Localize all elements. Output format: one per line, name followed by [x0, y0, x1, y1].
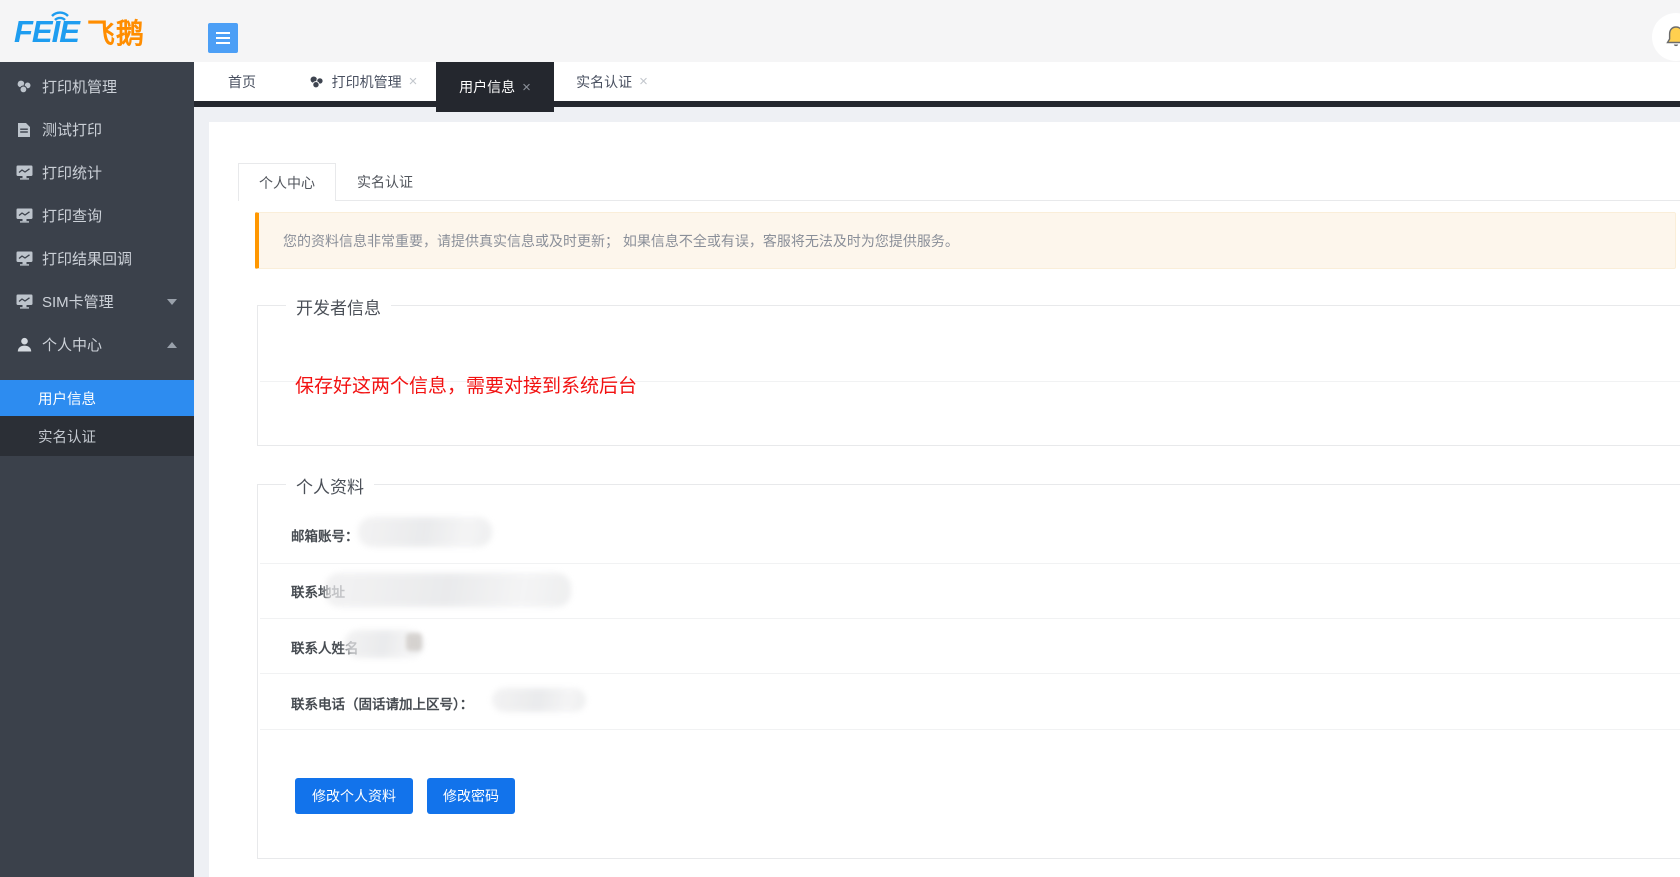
tab-printer-manage[interactable]: 打印机管理 × [290, 62, 436, 101]
content-tab-label: 实名认证 [357, 172, 413, 192]
close-icon[interactable]: × [522, 80, 531, 95]
hamburger-icon [216, 32, 230, 34]
tab-home[interactable]: 首页 [194, 62, 290, 101]
sidebar-subitem-user-info[interactable]: 用户信息 [0, 380, 194, 416]
content-tab-label: 个人中心 [259, 173, 315, 193]
row-separator [260, 673, 1680, 674]
subitem-label: 实名认证 [38, 426, 96, 447]
personal-center-submenu: 用户信息 实名认证 [0, 380, 194, 456]
section-legend: 开发者信息 [286, 294, 391, 319]
sidebar-item-printer-manage[interactable]: 打印机管理 [0, 65, 194, 108]
email-field-label: 邮箱账号： [291, 525, 359, 545]
top-header: FEIE 飞鹅 [0, 0, 1680, 62]
row-separator [260, 563, 1680, 564]
tab-label: 首页 [228, 72, 256, 92]
brand-logo[interactable]: FEIE 飞鹅 [14, 11, 145, 53]
subitem-label: 用户信息 [38, 388, 96, 409]
section-legend: 个人资料 [286, 473, 374, 498]
sidebar-toggle-button[interactable] [208, 23, 238, 53]
app-window: FEIE 飞鹅 打印 [0, 0, 1680, 877]
notification-button[interactable] [1652, 13, 1680, 61]
monitor-chart-icon [15, 250, 33, 268]
monitor-chart-icon [15, 207, 33, 225]
document-icon [15, 121, 33, 139]
tab-real-name[interactable]: 实名认证 × [554, 62, 670, 101]
monitor-chart-icon [15, 293, 33, 311]
sidebar-item-label: 打印机管理 [42, 76, 117, 97]
sidebar-item-print-query[interactable]: 打印查询 [0, 194, 194, 237]
close-icon[interactable]: × [639, 74, 648, 89]
sidebar-subitem-real-name[interactable]: 实名认证 [0, 416, 194, 456]
sidebar-item-label: 打印查询 [42, 205, 102, 226]
profile-section: 个人资料 邮箱账号： 联系地址 联系人姓名 联系电话（固话请加上区号）： 修改个… [257, 484, 1680, 859]
sidebar-item-label: 测试打印 [42, 119, 102, 140]
edit-profile-button[interactable]: 修改个人资料 [295, 778, 413, 814]
printer-cluster-icon [309, 75, 325, 89]
sidebar-item-print-stats[interactable]: 打印统计 [0, 151, 194, 194]
logo-text-cn: 飞鹅 [87, 12, 145, 52]
sidebar-item-label: 打印统计 [42, 162, 102, 183]
close-icon[interactable]: × [409, 74, 418, 89]
row-separator [260, 729, 1680, 730]
printer-cluster-icon [15, 78, 33, 96]
monitor-chart-icon [15, 164, 33, 182]
email-value-redacted-blur [358, 517, 492, 547]
red-annotation-text: 保存好这两个信息，需要对接到系统后台 [295, 371, 637, 398]
tabbar-bottom-strip [194, 101, 1680, 107]
change-password-button[interactable]: 修改密码 [427, 778, 515, 814]
bell-icon [1663, 24, 1680, 50]
tab-label: 实名认证 [576, 72, 632, 92]
sidebar-item-label: SIM卡管理 [42, 291, 114, 312]
open-pages-tabbar: 首页 打印机管理 × 用户信息 × 实名认证 × [194, 62, 1680, 101]
content-tab-real-name[interactable]: 实名认证 [336, 163, 434, 201]
content-tabs-underline [238, 200, 1680, 201]
notice-banner: 您的资料信息非常重要，请提供真实信息或及时更新； 如果信息不全或有误，客服将无法… [255, 212, 1676, 269]
sidebar-item-label: 打印结果回调 [42, 248, 132, 269]
tab-label: 用户信息 [459, 77, 515, 97]
tab-label: 打印机管理 [332, 72, 402, 92]
notice-text: 您的资料信息非常重要，请提供真实信息或及时更新； 如果信息不全或有误，客服将无法… [283, 231, 959, 251]
sidebar-item-label: 个人中心 [42, 334, 102, 355]
user-icon [15, 336, 33, 354]
phone-value-redacted-blur [492, 688, 586, 712]
row-separator [260, 618, 1680, 619]
sidebar-item-personal-center[interactable]: 个人中心 [0, 323, 194, 366]
address-value-redacted-blur [325, 573, 571, 607]
sidebar-item-print-callback[interactable]: 打印结果回调 [0, 237, 194, 280]
phone-field-label: 联系电话（固话请加上区号）： [291, 693, 473, 713]
sidebar-item-sim-manage[interactable]: SIM卡管理 [0, 280, 194, 323]
wifi-arcs-icon [48, 7, 70, 23]
sidebar-nav: 打印机管理 测试打印 打印统计 打印查询 打印结果回调 [0, 62, 194, 877]
sidebar-item-test-print[interactable]: 测试打印 [0, 108, 194, 151]
chevron-up-icon [167, 342, 177, 348]
content-tab-personal-center[interactable]: 个人中心 [238, 163, 336, 201]
chevron-down-icon [167, 299, 177, 305]
contact-name-ghost-char [406, 633, 422, 651]
